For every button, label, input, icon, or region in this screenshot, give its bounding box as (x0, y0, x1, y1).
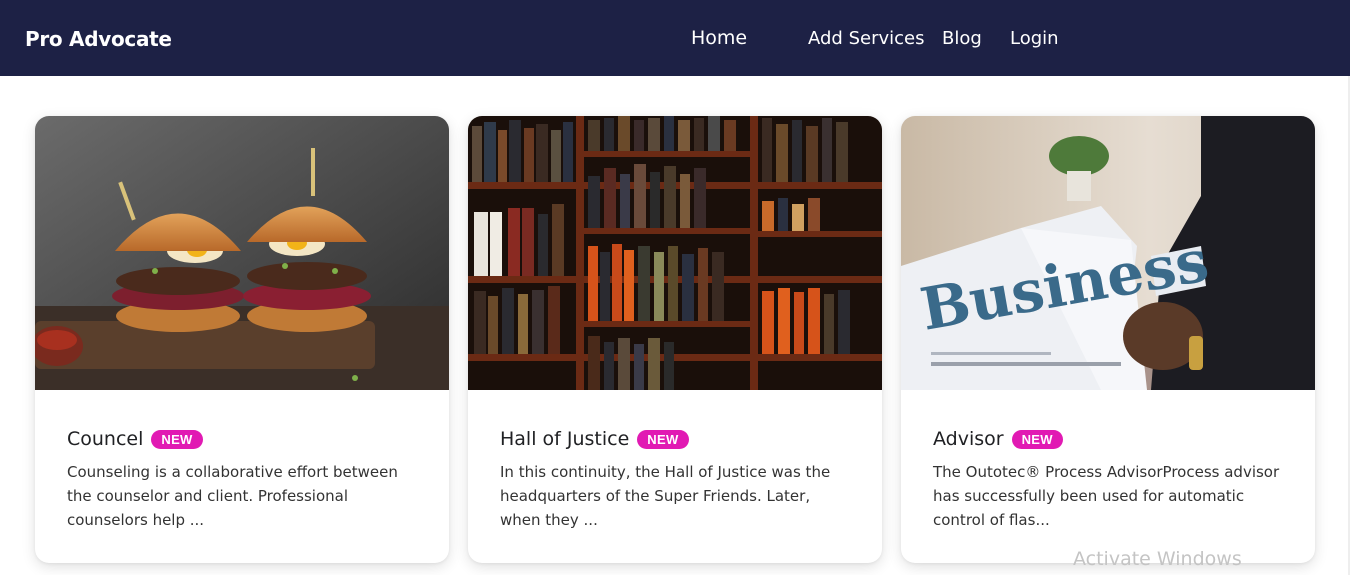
nav-home[interactable]: Home (691, 27, 747, 49)
activate-windows-watermark: Activate Windows (1073, 548, 1242, 570)
business-newspaper-image: Business (901, 116, 1315, 390)
card-description: Counseling is a collaborative effort bet… (67, 463, 398, 529)
brand-logo[interactable]: Pro Advocate (25, 27, 172, 51)
nav-login[interactable]: Login (1010, 28, 1059, 49)
nav-add-services[interactable]: Add Services (808, 28, 924, 49)
card-title: Hall of Justice NEW (500, 428, 689, 450)
service-card-hall-of-justice[interactable]: Hall of Justice NEW In this continuity, … (468, 116, 882, 563)
bookshelf-image (468, 116, 882, 390)
card-title: Councel NEW (67, 428, 203, 450)
card-title-text: Councel (67, 428, 144, 450)
card-title-text: Advisor (933, 428, 1004, 450)
top-navbar: Pro Advocate Home Add Services Blog Logi… (0, 0, 1350, 76)
card-description: In this continuity, the Hall of Justice … (500, 463, 831, 529)
service-card-advisor[interactable]: Business Advisor NEW The Outotec® Proces… (901, 116, 1315, 563)
card-description: The Outotec® Process AdvisorProcess advi… (933, 463, 1280, 529)
card-title: Advisor NEW (933, 428, 1063, 450)
new-badge: NEW (637, 429, 689, 449)
new-badge: NEW (151, 429, 203, 449)
nav-blog[interactable]: Blog (942, 28, 982, 49)
service-card-councel[interactable]: Councel NEW Counseling is a collaborativ… (35, 116, 449, 563)
new-badge: NEW (1011, 429, 1063, 449)
burgers-image (35, 116, 449, 390)
card-title-text: Hall of Justice (500, 428, 630, 450)
